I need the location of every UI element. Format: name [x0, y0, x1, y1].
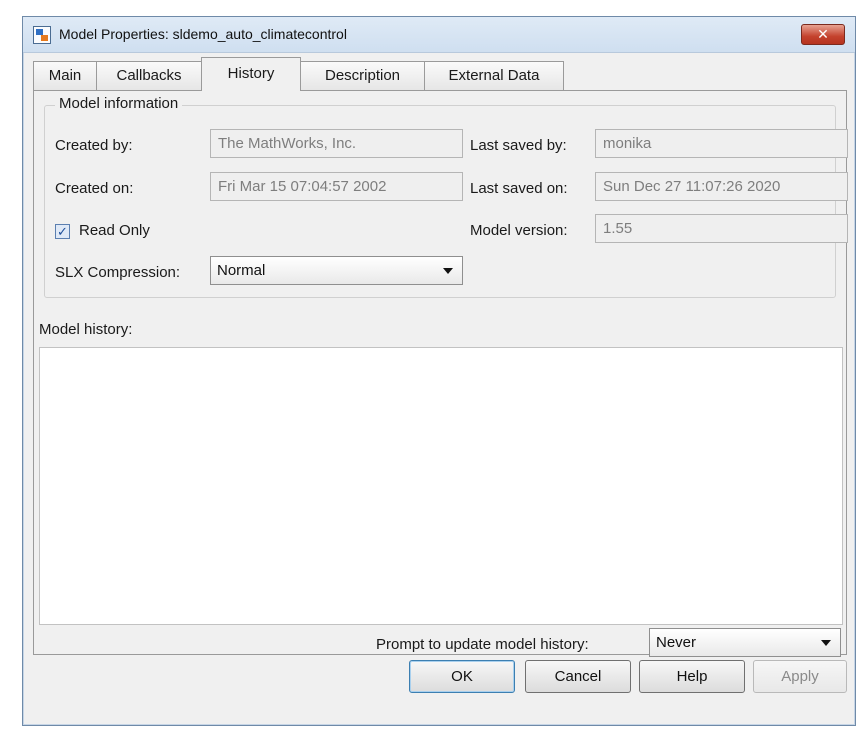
slx-compression-value: Normal	[217, 262, 266, 279]
created-on-field: Fri Mar 15 07:04:57 2002	[210, 172, 463, 201]
tab-history[interactable]: History	[201, 57, 301, 91]
simulink-model-icon	[33, 26, 51, 44]
created-on-label: Created on:	[55, 180, 134, 197]
model-version-field: 1.55	[595, 214, 848, 243]
model-history-textarea[interactable]	[39, 347, 843, 625]
apply-button[interactable]: Apply	[753, 660, 847, 693]
tab-callbacks[interactable]: Callbacks	[96, 61, 202, 90]
last-saved-on-label: Last saved on:	[470, 180, 568, 197]
prompt-update-history-select[interactable]: Never	[649, 628, 841, 657]
tab-external-data[interactable]: External Data	[424, 61, 564, 90]
chevron-down-icon	[443, 268, 453, 274]
help-button[interactable]: Help	[639, 660, 745, 693]
close-icon: ✕	[817, 26, 829, 42]
read-only-checkbox[interactable]: ✓	[55, 224, 70, 239]
checkmark-icon: ✓	[57, 224, 68, 239]
slx-compression-label: SLX Compression:	[55, 264, 181, 281]
model-history-label: Model history:	[39, 321, 133, 338]
cancel-button[interactable]: Cancel	[525, 660, 631, 693]
model-properties-dialog: Model Properties: sldemo_auto_climatecon…	[22, 16, 856, 726]
model-information-legend: Model information	[55, 95, 183, 112]
window-title: Model Properties: sldemo_auto_climatecon…	[59, 26, 347, 42]
prompt-update-history-value: Never	[656, 634, 697, 651]
history-tab-panel: Model information Created by: The MathWo…	[33, 90, 848, 657]
title-bar: Model Properties: sldemo_auto_climatecon…	[23, 17, 855, 53]
read-only-label: Read Only	[79, 222, 150, 239]
tab-description[interactable]: Description	[300, 61, 425, 90]
last-saved-on-field: Sun Dec 27 11:07:26 2020	[595, 172, 848, 201]
prompt-update-history-label: Prompt to update model history:	[376, 636, 589, 653]
tab-main[interactable]: Main	[33, 61, 97, 90]
slx-compression-select[interactable]: Normal	[210, 256, 463, 285]
ok-button[interactable]: OK	[409, 660, 515, 693]
last-saved-by-field: monika	[595, 129, 848, 158]
chevron-down-icon	[821, 640, 831, 646]
model-information-group: Model information Created by: The MathWo…	[44, 95, 848, 298]
close-button[interactable]: ✕	[801, 24, 845, 45]
model-version-label: Model version:	[470, 222, 568, 239]
created-by-label: Created by:	[55, 137, 133, 154]
last-saved-by-label: Last saved by:	[470, 137, 567, 154]
created-by-field: The MathWorks, Inc.	[210, 129, 463, 158]
